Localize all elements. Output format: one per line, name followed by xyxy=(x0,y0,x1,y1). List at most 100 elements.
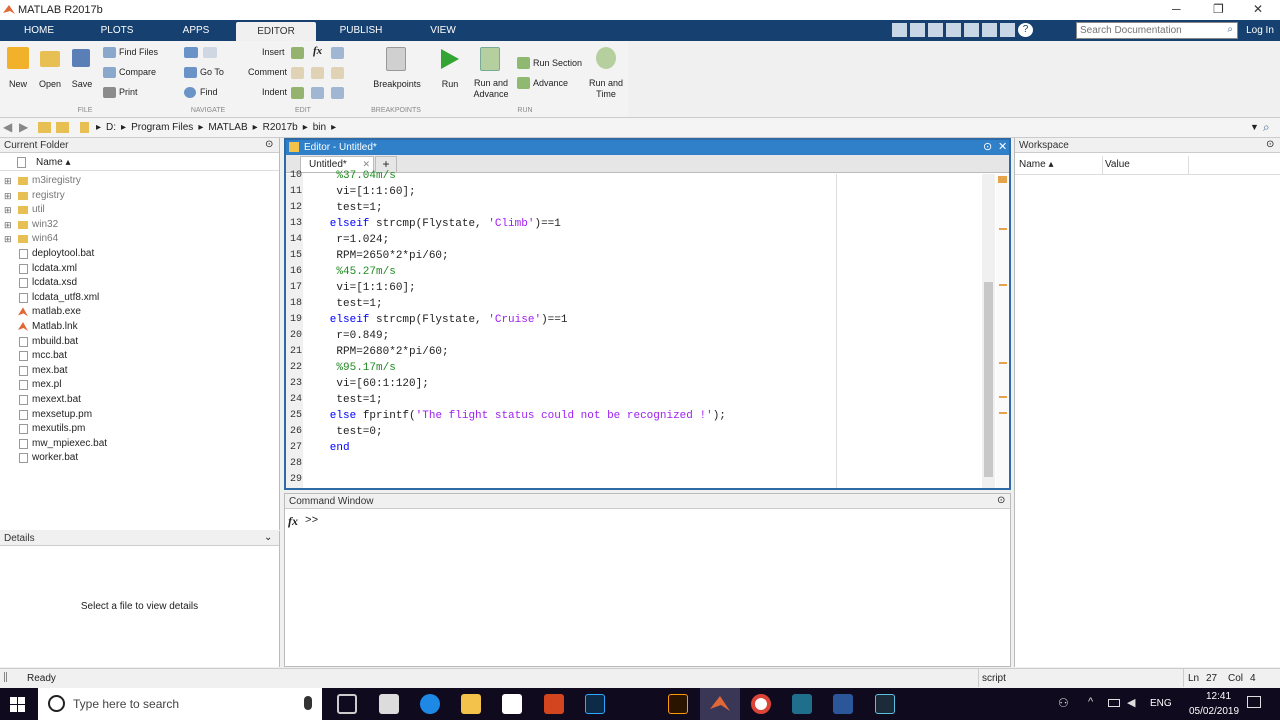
expand-icon[interactable]: ⊞ xyxy=(4,174,12,188)
indent-button[interactable]: Indent xyxy=(262,87,287,97)
expand-icon[interactable]: ⊞ xyxy=(4,232,12,246)
tab-plots[interactable]: PLOTS xyxy=(86,20,148,41)
code-line[interactable]: 24 test=1; xyxy=(286,392,986,408)
command-window[interactable]: Command Window ⊙ fx >> xyxy=(284,493,1011,667)
insert-template-icon[interactable] xyxy=(331,47,344,59)
microphone-icon[interactable] xyxy=(304,696,312,710)
find-files-button[interactable]: Find Files xyxy=(119,47,158,57)
language-indicator[interactable]: ENG xyxy=(1150,698,1172,709)
expand-icon[interactable]: ⊞ xyxy=(4,218,12,232)
warning-indicator[interactable] xyxy=(998,176,1007,183)
people-icon[interactable]: ⚇ xyxy=(1058,696,1069,710)
name-column-header[interactable]: Name ▴ xyxy=(36,157,70,168)
expand-icon[interactable]: ⊞ xyxy=(4,203,12,217)
forward-arrow-icon[interactable]: ▶ xyxy=(19,120,28,134)
panel-options-icon[interactable]: ⊙ xyxy=(265,139,273,150)
name-column-header[interactable]: Name ▴ xyxy=(1019,159,1053,170)
code-line[interactable]: 17 vi=[1:1:60]; xyxy=(286,280,986,296)
clock-time[interactable]: 12:41 xyxy=(1206,691,1231,702)
advance-button[interactable]: Advance xyxy=(533,78,568,88)
warning-marker[interactable] xyxy=(999,362,1007,364)
code-line[interactable]: 20 r=0.849; xyxy=(286,328,986,344)
task-view-icon[interactable] xyxy=(337,694,357,714)
editor-close-icon[interactable]: ✕ xyxy=(998,140,1007,153)
insert-button[interactable]: Insert xyxy=(262,47,285,57)
warning-marker[interactable] xyxy=(999,228,1007,230)
panel-options-icon[interactable]: ⊙ xyxy=(1266,139,1274,150)
volume-icon[interactable]: ◀ xyxy=(1127,696,1135,709)
code-line[interactable]: 27 end xyxy=(286,440,986,456)
smart-indent-icon[interactable] xyxy=(291,87,304,99)
redo-icon[interactable] xyxy=(982,23,997,37)
path-dropdown-icon[interactable]: ▼ xyxy=(1250,122,1259,132)
search-folder-icon[interactable]: ⌕ xyxy=(1263,120,1270,135)
code-line[interactable]: 10 %37.04m/s xyxy=(286,168,986,184)
comment-button[interactable]: Comment xyxy=(248,67,287,77)
code-line[interactable]: 29 xyxy=(286,472,986,488)
column-divider[interactable] xyxy=(1188,156,1189,174)
back-arrow-icon[interactable] xyxy=(184,47,198,58)
back-arrow-icon[interactable]: ◀ xyxy=(3,120,12,134)
go-to-button[interactable]: Go To xyxy=(200,67,224,77)
maximize-icon[interactable]: ❐ xyxy=(1213,2,1224,16)
print-button[interactable]: Print xyxy=(119,87,138,97)
quick-paste-icon[interactable] xyxy=(946,23,961,37)
taskbar-search-box[interactable]: Type here to search xyxy=(38,688,322,720)
notifications-icon[interactable] xyxy=(1247,696,1261,708)
login-link[interactable]: Log In xyxy=(1242,20,1278,41)
code-line[interactable]: 19 elseif strcmp(Flystate, 'Cruise')==1 xyxy=(286,312,986,328)
forward-arrow-icon[interactable] xyxy=(203,47,217,58)
code-line[interactable]: 18 test=1; xyxy=(286,296,986,312)
code-line[interactable]: 12 test=1; xyxy=(286,200,986,216)
column-divider[interactable] xyxy=(1102,156,1103,174)
new-button[interactable]: New xyxy=(4,79,32,90)
chevron-down-icon[interactable]: ⌄ xyxy=(264,532,272,543)
tab-editor[interactable]: EDITOR xyxy=(236,22,316,41)
function-browser-icon[interactable]: fx xyxy=(288,514,298,529)
windows-start-icon[interactable] xyxy=(10,697,26,713)
tab-home[interactable]: HOME xyxy=(8,20,70,41)
quick-cut-icon[interactable] xyxy=(910,23,925,37)
chrome-icon[interactable] xyxy=(751,694,771,714)
code-line[interactable]: 16 %45.27m/s xyxy=(286,264,986,280)
breadcrumb-item[interactable]: bin xyxy=(313,122,326,133)
editor-options-icon-2[interactable]: ⊙ xyxy=(983,140,992,153)
run-section-button[interactable]: Run Section xyxy=(533,58,582,68)
mail-icon[interactable] xyxy=(379,694,399,714)
breadcrumb-item[interactable]: Program Files xyxy=(131,122,193,133)
code-line[interactable]: 15 RPM=2650*2*pi/60; xyxy=(286,248,986,264)
scrollbar-thumb[interactable] xyxy=(984,282,993,477)
insert-function-icon[interactable]: fx xyxy=(313,45,322,57)
expand-icon[interactable]: ⊞ xyxy=(4,189,12,203)
edge-browser-icon[interactable] xyxy=(420,694,440,714)
photoshop-icon[interactable] xyxy=(585,694,605,714)
find-button[interactable]: Find xyxy=(200,87,218,97)
open-button[interactable]: Open xyxy=(36,79,64,90)
quick-copy-icon[interactable] xyxy=(928,23,943,37)
breadcrumb-item[interactable]: R2017b xyxy=(263,122,298,133)
save-button[interactable]: Save xyxy=(68,79,96,90)
code-line[interactable]: 23 vi=[60:1:120]; xyxy=(286,376,986,392)
breadcrumb-item[interactable]: D: xyxy=(106,122,116,133)
value-column-header[interactable]: Value xyxy=(1105,159,1130,170)
warning-marker[interactable] xyxy=(999,284,1007,286)
panel-options-icon[interactable]: ⊙ xyxy=(997,495,1005,506)
code-line[interactable]: 21 RPM=2680*2*pi/60; xyxy=(286,344,986,360)
code-line[interactable]: 13 elseif strcmp(Flystate, 'Climb')==1 xyxy=(286,216,986,232)
vmware-icon[interactable] xyxy=(792,694,812,714)
tab-apps[interactable]: APPS xyxy=(166,20,226,41)
undo-icon[interactable] xyxy=(964,23,979,37)
search-input[interactable] xyxy=(1077,23,1217,38)
code-area[interactable]: 10 %37.04m/s 11 vi=[1:1:60]; 12 test=1; 13 … xyxy=(286,168,986,488)
minimize-icon[interactable]: ─ xyxy=(1172,2,1181,16)
battery-icon[interactable] xyxy=(1108,699,1120,707)
uncomment-icon[interactable] xyxy=(311,67,324,79)
code-line[interactable]: 25 else fprintf('The flight status could… xyxy=(286,408,986,424)
file-explorer-icon[interactable] xyxy=(461,694,481,714)
increase-indent-icon[interactable] xyxy=(311,87,324,99)
comment-percent-icon[interactable] xyxy=(291,67,304,79)
tab-publish[interactable]: PUBLISH xyxy=(326,20,396,41)
code-line[interactable]: 26 test=0; xyxy=(286,424,986,440)
store-icon[interactable] xyxy=(502,694,522,714)
run-button[interactable]: Run xyxy=(436,79,464,90)
